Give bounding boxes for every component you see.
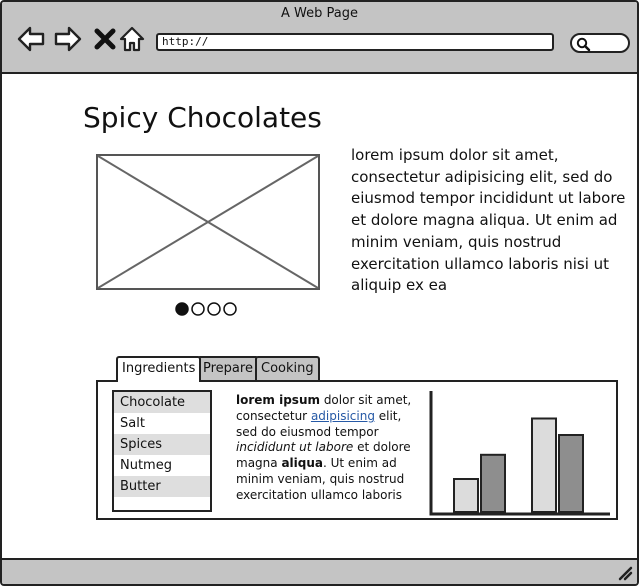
list-item[interactable]: Nutmeg [114,455,210,476]
bar-chart [429,391,610,516]
tab-panel: Chocolate Salt Spices Nutmeg Butter lore… [96,380,618,520]
tab-prepare[interactable]: Prepare [197,356,259,380]
chart-bar [531,417,557,513]
page-title: Spicy Chocolates [83,101,322,134]
list-item[interactable]: Butter [114,476,210,497]
bold-text: lorem ipsum [236,393,320,407]
title-bar: A Web Page http:// [2,2,637,74]
chart-bar [480,453,506,514]
chart-bar [453,478,479,513]
window-title: A Web Page [281,6,358,21]
italic-text: incididunt ut labore [236,440,354,455]
list-item[interactable]: Spices [114,434,210,455]
tab-cooking[interactable]: Cooking [255,356,320,380]
inline-link[interactable]: adipisicing [311,409,375,423]
tab-ingredients[interactable]: Ingredients [116,356,202,382]
panel-paragraph: lorem ipsum dolor sit amet, consectetur … [236,393,412,503]
forward-arrow-icon[interactable] [53,24,83,54]
chart-bar [558,434,584,513]
close-x-icon[interactable] [90,24,120,54]
bold-text: aliqua [281,456,323,471]
carousel-dot[interactable] [207,302,221,316]
browser-window: A Web Page http:// Spicy Chocolates lore… [0,0,639,586]
back-arrow-icon[interactable] [16,24,46,54]
carousel-dot[interactable] [175,302,189,316]
list-item[interactable]: Chocolate [114,392,210,413]
address-bar[interactable]: http:// [156,33,554,51]
search-box[interactable] [570,33,630,53]
intro-paragraph: lorem ipsum dolor sit amet, consectetur … [351,146,626,295]
home-icon[interactable] [117,24,147,54]
carousel-dot[interactable] [191,302,205,316]
ingredient-list[interactable]: Chocolate Salt Spices Nutmeg Butter [112,390,212,512]
status-bar [2,558,637,584]
list-item[interactable]: Salt [114,413,210,434]
resize-grip-icon[interactable] [615,563,633,581]
carousel-dot[interactable] [223,302,237,316]
carousel-dots[interactable] [174,301,244,319]
image-placeholder [96,154,320,290]
search-icon [576,37,591,52]
